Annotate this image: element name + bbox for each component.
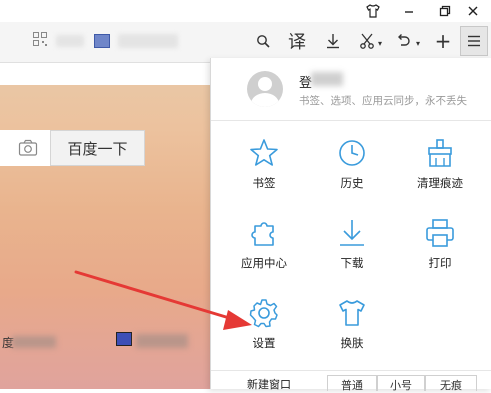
page-top-strip — [0, 63, 210, 85]
download-icon — [340, 220, 364, 246]
menu-item-label: 书签 — [252, 176, 276, 190]
clock-icon — [339, 140, 365, 166]
blurred-link-text — [12, 336, 56, 348]
title-bar — [0, 0, 491, 22]
broom-icon — [428, 139, 452, 167]
menu-item-label: 历史 — [340, 176, 364, 190]
printer-icon — [426, 219, 454, 247]
login-header[interactable]: 登 书签、选项、应用云同步，永不丢失 — [211, 58, 491, 121]
tab-favicon[interactable] — [94, 34, 110, 48]
translate-button[interactable]: 译 — [286, 30, 308, 53]
scissors-icon[interactable] — [356, 30, 378, 52]
close-icon[interactable] — [455, 0, 491, 22]
blurred-tab-text — [56, 35, 84, 47]
search-submit-button[interactable]: 百度一下 — [50, 130, 145, 166]
menu-item-label: 应用中心 — [241, 256, 287, 270]
new-window-button[interactable]: 新建窗口 — [247, 376, 291, 392]
undo-icon[interactable] — [392, 30, 414, 52]
camera-icon[interactable] — [18, 139, 38, 157]
menu-item-print[interactable]: 打印 — [395, 218, 485, 288]
main-menu-panel: 登 书签、选项、应用云同步，永不丢失 书签 历史 清理痕迹 应用中心 下载 打印… — [210, 58, 491, 392]
login-subtitle: 书签、选项、应用云同步，永不丢失 — [299, 95, 467, 107]
qr-code-icon[interactable] — [33, 32, 47, 46]
minimize-icon[interactable] — [391, 0, 427, 22]
undo-dropdown-caret[interactable]: ▾ — [416, 39, 420, 48]
search-icon[interactable] — [252, 30, 274, 52]
menu-item-label: 打印 — [428, 256, 452, 270]
new-tab-button[interactable]: + — [432, 29, 454, 53]
hamburger-menu-icon[interactable] — [460, 26, 488, 56]
menu-item-label: 清理痕迹 — [417, 176, 463, 190]
menu-item-clear-traces[interactable]: 清理痕迹 — [395, 138, 485, 208]
blurred-tab-title — [118, 34, 178, 48]
star-icon — [250, 139, 278, 166]
gear-icon — [249, 299, 278, 328]
menu-item-app-center[interactable]: 应用中心 — [219, 218, 309, 288]
menu-item-label: 设置 — [252, 336, 276, 350]
menu-footer: 新建窗口 普通 小号 无痕 — [211, 370, 491, 392]
tv-icon[interactable] — [116, 332, 132, 346]
puzzle-icon — [251, 222, 274, 246]
avatar[interactable] — [247, 71, 283, 107]
menu-item-settings[interactable]: 设置 — [219, 298, 309, 368]
tshirt-icon — [339, 300, 365, 326]
skin-shirt-icon[interactable] — [355, 0, 391, 22]
menu-item-bookmarks[interactable]: 书签 — [219, 138, 309, 208]
download-icon[interactable] — [322, 30, 344, 52]
blurred-login-text — [311, 72, 343, 86]
cut-dropdown-caret[interactable]: ▾ — [378, 39, 382, 48]
menu-item-downloads[interactable]: 下载 — [307, 218, 397, 288]
menu-item-label: 换肤 — [340, 336, 364, 350]
menu-item-label: 下载 — [340, 256, 364, 270]
menu-item-change-skin[interactable]: 换肤 — [307, 298, 397, 368]
menu-item-history[interactable]: 历史 — [307, 138, 397, 208]
blurred-link-text-2 — [136, 334, 188, 348]
toolbar: 译 ▾ ▾ + — [0, 22, 491, 63]
